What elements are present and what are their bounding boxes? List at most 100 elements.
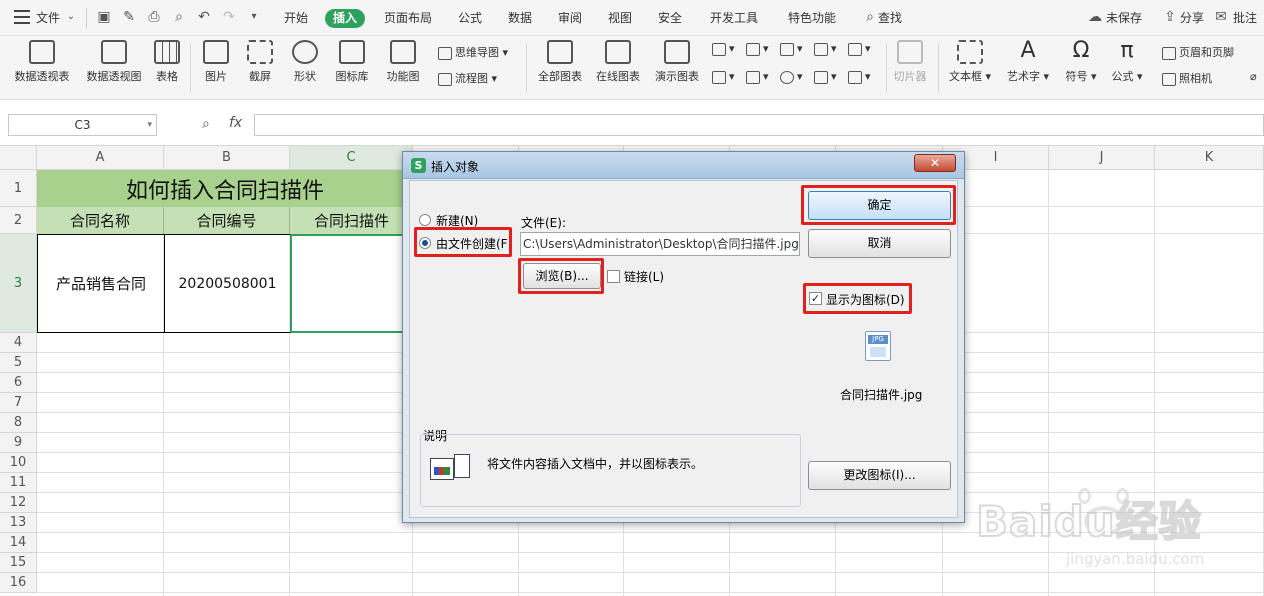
radio-from-file[interactable]	[419, 237, 431, 249]
tab-view[interactable]: 视图	[608, 9, 632, 28]
radio-from-file-label[interactable]: 由文件创建(F)	[436, 235, 512, 252]
undo-icon[interactable]: ↶	[196, 9, 212, 25]
table-button[interactable]: 表格	[152, 40, 182, 84]
cancel-button[interactable]: 取消	[808, 229, 951, 258]
more-charts-button[interactable]: ▾	[848, 70, 871, 84]
zoom-search-icon[interactable]: ⌕	[202, 116, 210, 132]
all-charts-button[interactable]: 全部图表	[534, 40, 586, 84]
row-header-1[interactable]: 1	[0, 170, 37, 207]
scatter-chart-button[interactable]: ▾	[814, 70, 837, 84]
display-as-icon-label[interactable]: 显示为图标(D)	[826, 291, 905, 308]
map-chart-button[interactable]: ▾	[712, 70, 735, 84]
bar-chart-button[interactable]: ▾	[746, 42, 769, 56]
row-header-12[interactable]: 12	[0, 493, 37, 513]
select-all-corner[interactable]	[0, 146, 37, 170]
demo-chart-button[interactable]: 演示图表	[651, 40, 703, 84]
radio-new-label[interactable]: 新建(N)	[436, 212, 478, 229]
column-header-k[interactable]: K	[1155, 146, 1264, 170]
icon-library-button[interactable]: 图标库	[332, 40, 372, 84]
row-header-13[interactable]: 13	[0, 513, 37, 533]
row-header-4[interactable]: 4	[0, 333, 37, 353]
tab-review[interactable]: 审阅	[558, 9, 582, 28]
display-as-icon-checkbox[interactable]: ✓	[809, 292, 822, 305]
save-icon[interactable]: ▣	[96, 9, 112, 25]
comment-button[interactable]: 批注	[1233, 9, 1257, 28]
chevron-down-icon[interactable]: ▾	[147, 115, 152, 135]
browse-button[interactable]: 浏览(B)...	[523, 263, 601, 289]
row-header-5[interactable]: 5	[0, 353, 37, 373]
cell-a3[interactable]: 产品销售合同	[37, 234, 165, 333]
radar-chart-button[interactable]: ▾	[814, 42, 837, 56]
tab-insert[interactable]: 插入	[325, 9, 366, 28]
tab-security[interactable]: 安全	[658, 9, 682, 28]
slicer-button[interactable]: 切片器	[890, 40, 930, 84]
row-header-15[interactable]: 15	[0, 553, 37, 573]
tab-features[interactable]: 特色功能	[788, 9, 836, 28]
close-button[interactable]: ✕	[914, 154, 956, 172]
cell-c3[interactable]	[290, 234, 414, 333]
share-button[interactable]: 分享	[1180, 9, 1204, 28]
formula-input[interactable]	[254, 114, 1264, 136]
attachment-icon[interactable]: ⌀	[1250, 70, 1257, 83]
tab-page-layout[interactable]: 页面布局	[384, 9, 432, 28]
camera-button[interactable]: 照相机	[1162, 70, 1212, 86]
header-footer-button[interactable]: 页眉和页脚	[1162, 44, 1234, 60]
search-icon[interactable]: ⌕	[862, 9, 878, 25]
textbox-button[interactable]: 文本框 ▾	[946, 40, 994, 84]
tab-developer[interactable]: 开发工具	[710, 9, 758, 28]
row-header-3[interactable]: 3	[0, 234, 37, 333]
tab-home[interactable]: 开始	[284, 9, 308, 28]
print-icon[interactable]: ⎙	[146, 9, 162, 25]
fx-icon[interactable]: fx	[229, 115, 242, 131]
symbol-button[interactable]: Ω 符号 ▾	[1062, 40, 1100, 84]
format-painter-icon[interactable]: ✎	[121, 9, 137, 25]
row-header-9[interactable]: 9	[0, 433, 37, 453]
name-box[interactable]: C3 ▾	[8, 114, 157, 136]
row-header-14[interactable]: 14	[0, 533, 37, 553]
customize-icon[interactable]: ▾	[246, 9, 262, 25]
picture-button[interactable]: 图片	[198, 40, 234, 84]
pie-chart-button[interactable]: ▾	[780, 70, 803, 84]
pivot-table-button[interactable]: 数据透视表	[10, 40, 74, 84]
change-icon-button[interactable]: 更改图标(I)...	[808, 461, 951, 490]
radio-new[interactable]	[419, 214, 431, 226]
shape-button[interactable]: 形状	[287, 40, 323, 84]
row-header-11[interactable]: 11	[0, 473, 37, 493]
online-chart-button[interactable]: 在线图表	[592, 40, 644, 84]
column-header-c[interactable]: C	[290, 146, 413, 170]
column-header-a[interactable]: A	[37, 146, 164, 170]
ok-button[interactable]: 确定	[808, 191, 951, 220]
formula-button[interactable]: π 公式 ▾	[1108, 40, 1146, 84]
file-path-input[interactable]: C:\Users\Administrator\Desktop\合同扫描件.jpg	[520, 232, 800, 256]
tab-formula[interactable]: 公式	[458, 9, 482, 28]
column-header-j[interactable]: J	[1049, 146, 1155, 170]
header-cell-b[interactable]: 合同编号	[164, 207, 290, 234]
title-cell[interactable]: 如何插入合同扫描件	[37, 170, 413, 207]
function-chart-button[interactable]: 功能图	[380, 40, 426, 84]
print-preview-icon[interactable]: ⌕	[171, 9, 187, 25]
tab-data[interactable]: 数据	[508, 9, 532, 28]
chevron-down-icon[interactable]: ⌄	[63, 9, 79, 25]
row-header-10[interactable]: 10	[0, 453, 37, 473]
header-cell-c[interactable]: 合同扫描件	[290, 207, 413, 234]
flowchart-button[interactable]: 流程图 ▾	[438, 70, 497, 86]
row-header-6[interactable]: 6	[0, 373, 37, 393]
wordart-button[interactable]: A 艺术字 ▾	[1004, 40, 1052, 84]
row-header-7[interactable]: 7	[0, 393, 37, 413]
pivot-chart-button[interactable]: 数据透视图	[82, 40, 146, 84]
area-chart-button[interactable]: ▾	[848, 42, 871, 56]
file-menu[interactable]: 文件	[36, 9, 60, 28]
redo-icon[interactable]: ↷	[221, 9, 237, 25]
header-cell-a[interactable]: 合同名称	[37, 207, 164, 234]
row-header-2[interactable]: 2	[0, 207, 37, 234]
column-header-b[interactable]: B	[164, 146, 290, 170]
cell-b3[interactable]: 20200508001	[164, 234, 291, 333]
screenshot-button[interactable]: 截屏	[242, 40, 278, 84]
link-label[interactable]: 链接(L)	[624, 268, 664, 285]
mind-map-button[interactable]: 思维导图 ▾	[438, 44, 508, 60]
link-checkbox[interactable]	[607, 270, 620, 283]
search-label[interactable]: 查找	[878, 9, 902, 28]
unsaved-status[interactable]: 未保存	[1106, 9, 1142, 28]
row-header-8[interactable]: 8	[0, 413, 37, 433]
line-chart-button[interactable]: ▾	[780, 42, 803, 56]
